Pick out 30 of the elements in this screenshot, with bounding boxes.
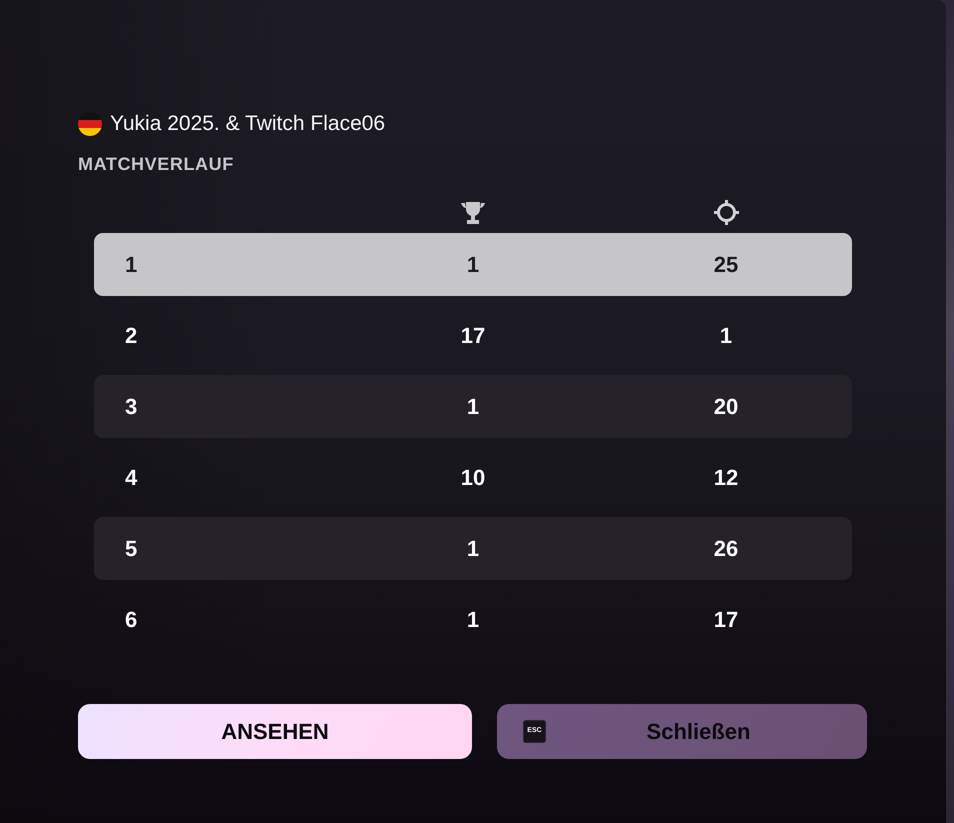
table-cell: 10: [460, 464, 486, 490]
table-cell: 1: [125, 252, 138, 277]
table-cell: 17: [714, 606, 738, 632]
match-row[interactable]: 4 10 12: [94, 446, 852, 509]
match-row[interactable]: 1 1 25: [94, 233, 852, 296]
table-cell: 3: [125, 394, 138, 419]
player-name: Yukia 2025. & Twitch Flace06: [110, 111, 386, 137]
match-row[interactable]: 2 17 1: [94, 304, 852, 367]
crosshair-icon: [712, 199, 740, 226]
view-button[interactable]: ANSEHEN: [78, 704, 472, 759]
table-cell: 1: [466, 536, 480, 562]
table-cell: 17: [460, 322, 486, 348]
table-cell: 2: [125, 323, 138, 348]
table-cell: 4: [125, 465, 138, 490]
table-cell: 20: [714, 394, 738, 420]
table-cell: 12: [714, 464, 738, 490]
table-cell: 1: [466, 606, 480, 632]
table-cell: 1: [466, 252, 480, 278]
match-row[interactable]: 6 1 17: [94, 588, 852, 651]
section-title: MATCHVERLAUF: [78, 153, 235, 176]
table-cell: 5: [125, 536, 138, 561]
flag-icon: [78, 112, 102, 136]
table-cell: 6: [125, 607, 138, 632]
match-row[interactable]: 3 1 20: [94, 375, 852, 438]
table-cell: 25: [714, 252, 738, 278]
table-cell: 26: [714, 536, 738, 562]
table-cell: 1: [466, 394, 480, 420]
trophy-icon: [458, 200, 488, 224]
match-row[interactable]: 5 1 26: [94, 517, 852, 580]
table-cell: 1: [720, 322, 732, 348]
